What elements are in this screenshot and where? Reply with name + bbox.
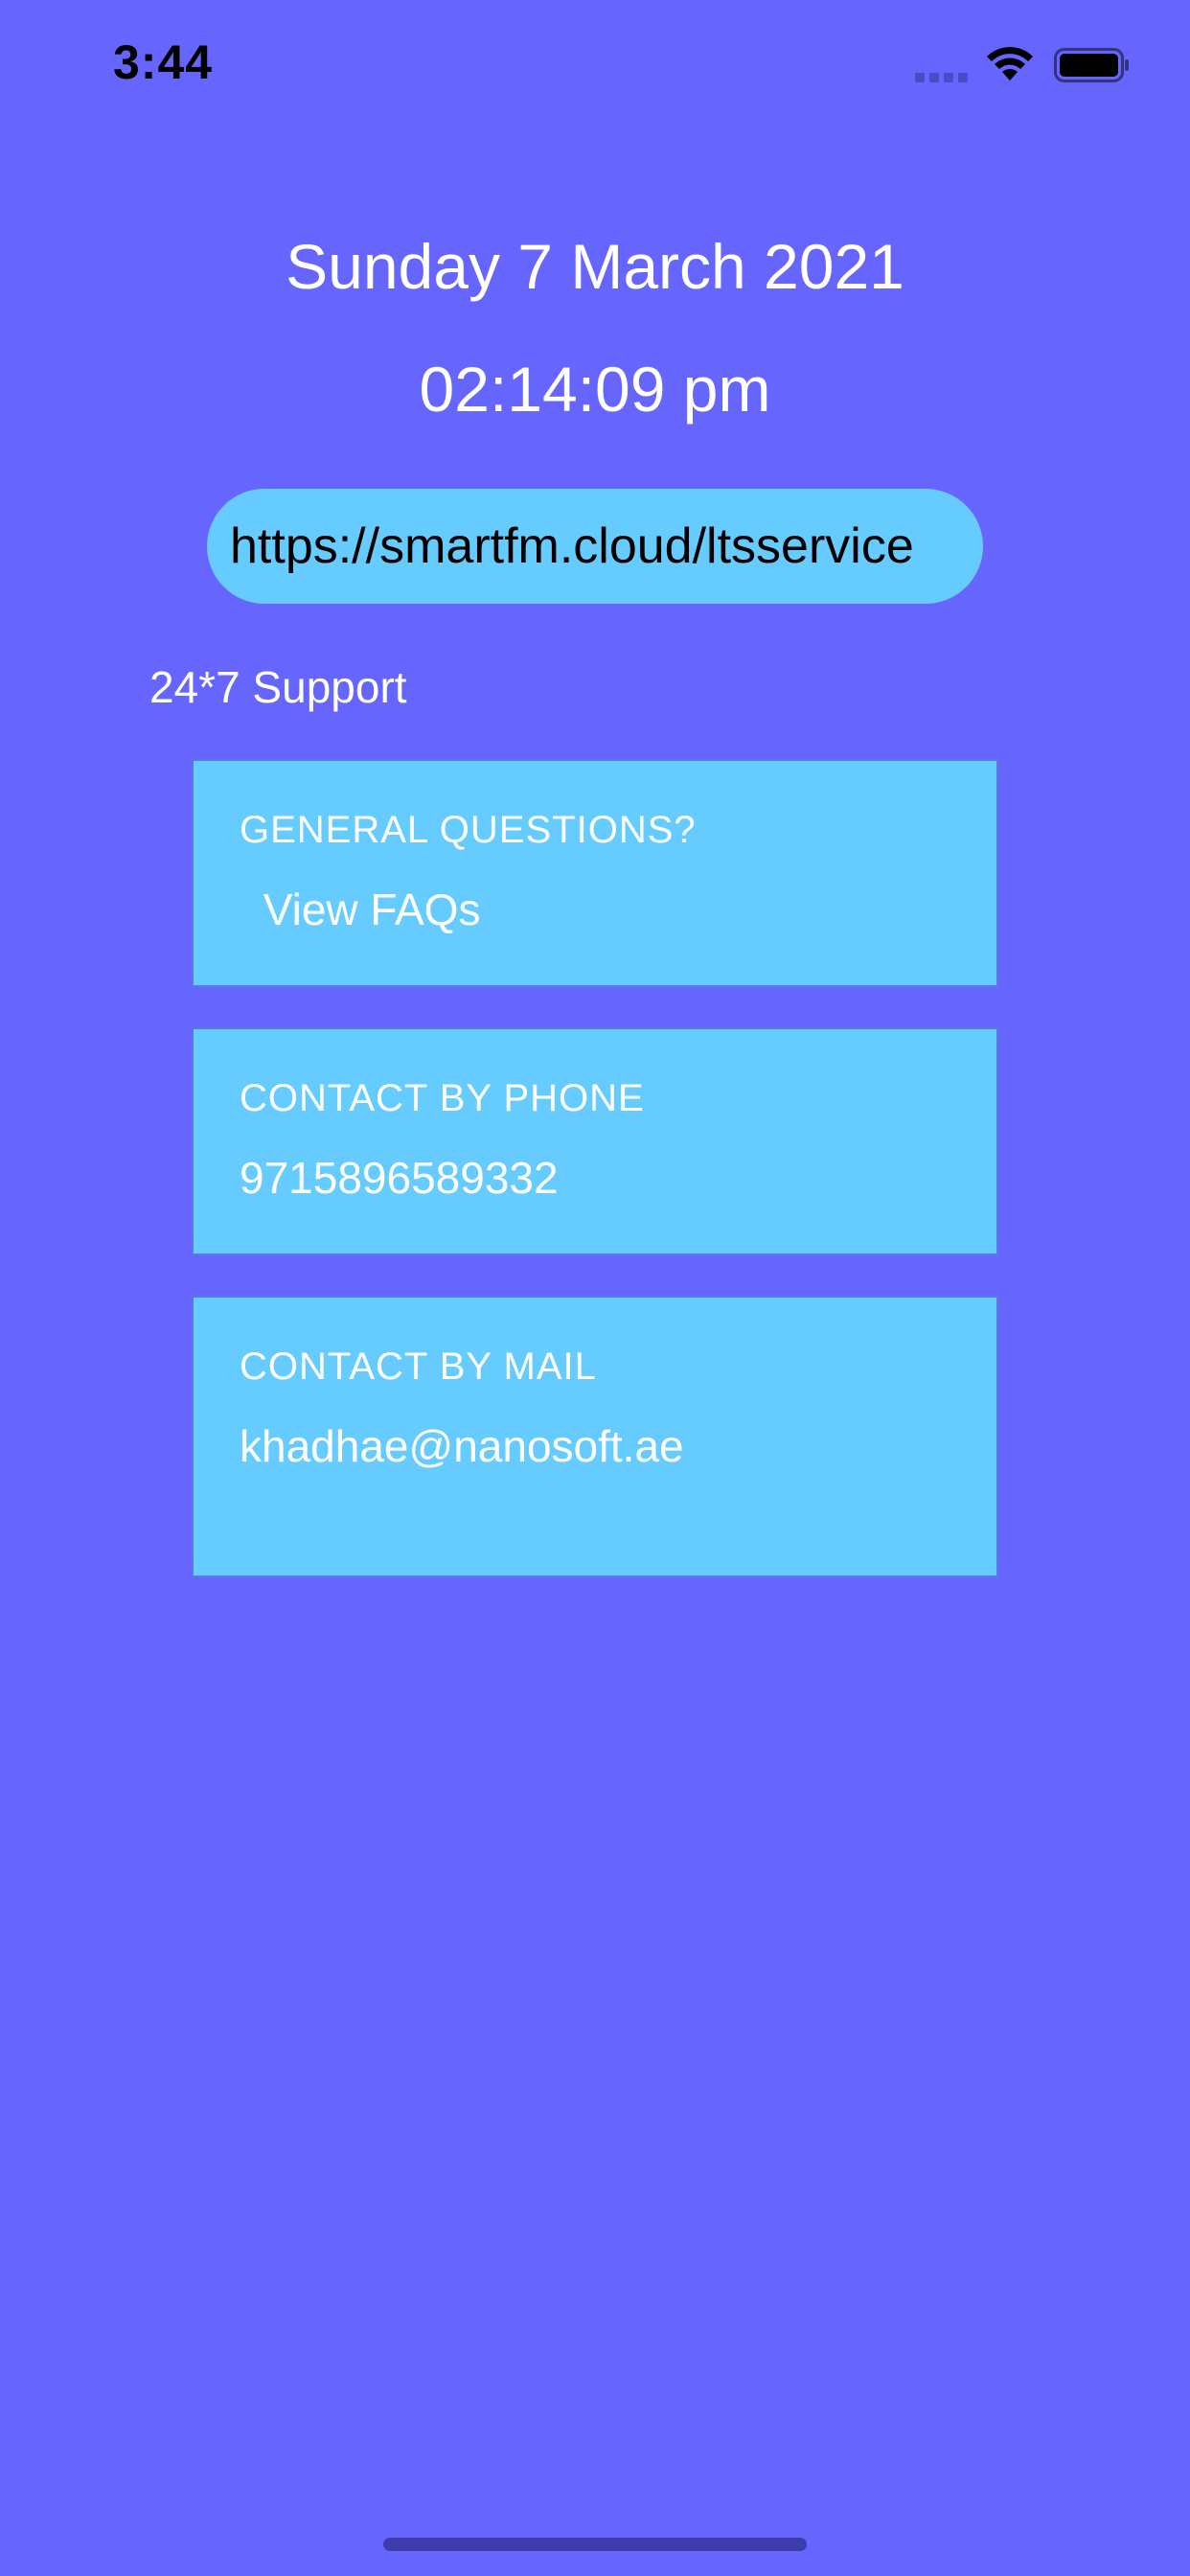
cellular-signal-icon: [915, 71, 969, 82]
phone-card[interactable]: CONTACT BY PHONE 9715896589332: [192, 1027, 998, 1255]
view-faqs-link[interactable]: View FAQs: [251, 884, 481, 935]
battery-icon: [1054, 48, 1129, 82]
home-indicator[interactable]: [383, 2538, 807, 2551]
url-field[interactable]: https://smartfm.cloud/ltsservice: [207, 489, 983, 604]
clock-display: 02:14:09 pm: [419, 354, 771, 425]
support-heading: 24*7 Support: [149, 662, 407, 712]
faq-card-title: GENERAL QUESTIONS?: [240, 809, 697, 851]
mail-card[interactable]: CONTACT BY MAIL khadhae@nanosoft.ae: [192, 1296, 998, 1577]
status-bar: 3:44: [0, 0, 1190, 134]
phone-number-link[interactable]: 9715896589332: [240, 1152, 559, 1204]
wifi-icon: [987, 47, 1033, 80]
status-time: 3:44: [113, 35, 214, 89]
phone-card-title: CONTACT BY PHONE: [240, 1077, 645, 1119]
mail-card-title: CONTACT BY MAIL: [240, 1346, 597, 1388]
email-link[interactable]: khadhae@nanosoft.ae: [240, 1420, 684, 1472]
date-display: Sunday 7 March 2021: [286, 231, 904, 302]
faq-card[interactable]: GENERAL QUESTIONS? View FAQs: [192, 759, 998, 987]
